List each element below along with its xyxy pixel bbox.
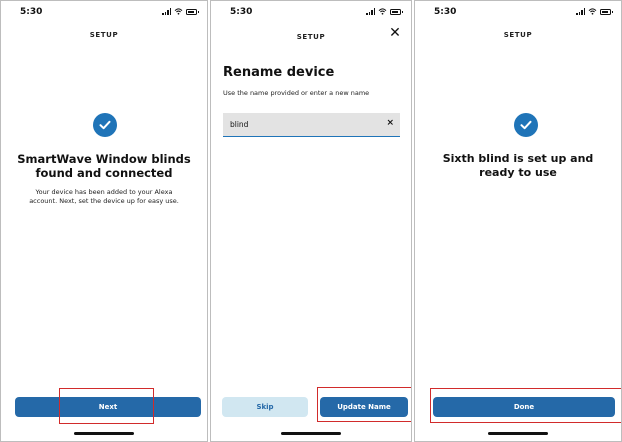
rename-heading: Rename device [223, 65, 335, 80]
skip-button[interactable]: Skip [222, 397, 308, 417]
status-time: 5:30 [230, 7, 253, 17]
home-indicator [488, 432, 548, 435]
cellular-signal-icon [162, 8, 171, 15]
status-time: 5:30 [20, 7, 43, 17]
home-indicator [281, 432, 341, 435]
success-description: Your device has been added to your Alexa… [29, 188, 179, 205]
rename-device-screen: 5:30 SETUP ✕ Rename device Use the name … [210, 0, 412, 442]
status-bar: 5:30 [211, 7, 411, 21]
battery-icon [600, 8, 613, 15]
cellular-signal-icon [576, 8, 585, 15]
status-bar: 5:30 [1, 7, 207, 21]
close-icon[interactable]: ✕ [387, 25, 403, 41]
setup-complete-screen: 5:30 SETUP Sixth blind is set up and rea… [414, 0, 622, 442]
rename-instructions: Use the name provided or enter a new nam… [223, 89, 370, 97]
wifi-icon [588, 8, 597, 15]
check-circle-icon [514, 113, 538, 137]
success-title: SmartWave Window blinds found and connec… [17, 152, 191, 180]
wifi-icon [174, 8, 183, 15]
highlight-box [430, 388, 621, 423]
highlight-box [59, 388, 154, 424]
device-name-input[interactable]: blind × [223, 113, 400, 137]
cellular-signal-icon [366, 8, 375, 15]
battery-icon [390, 8, 403, 15]
page-header: SETUP [89, 31, 119, 39]
status-bar: 5:30 [415, 7, 621, 21]
battery-icon [186, 8, 199, 15]
check-circle-icon [93, 113, 117, 137]
wifi-icon [378, 8, 387, 15]
device-name-value[interactable]: blind [230, 120, 248, 129]
page-header: SETUP [296, 33, 326, 41]
page-header: SETUP [503, 31, 533, 39]
status-time: 5:30 [434, 7, 457, 17]
setup-found-screen: 5:30 SETUP SmartWave Window blinds found… [0, 0, 208, 442]
complete-title: Sixth blind is set up and ready to use [442, 152, 594, 179]
highlight-box [317, 387, 411, 422]
home-indicator [74, 432, 134, 435]
clear-input-icon[interactable]: × [386, 118, 394, 128]
